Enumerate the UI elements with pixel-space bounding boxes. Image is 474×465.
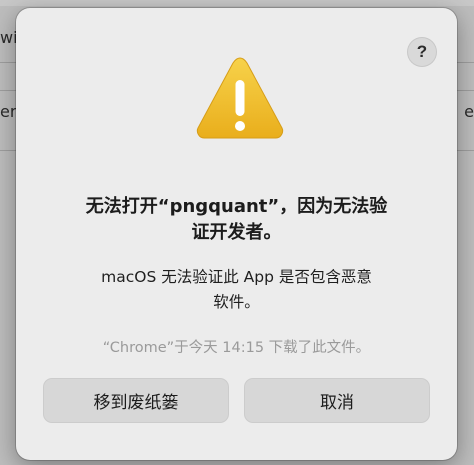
alert-dialog: ? 无法打开“pngquant”，因为无法验 证开发者。 macOS 无法验证此… (16, 8, 457, 460)
warning-triangle-icon (196, 57, 284, 139)
background-strip (0, 0, 474, 6)
dialog-title: 无法打开“pngquant”，因为无法验 证开发者。 (46, 194, 427, 246)
help-button[interactable]: ? (407, 37, 437, 67)
dialog-message: macOS 无法验证此 App 是否包含恶意 软件。 (56, 265, 417, 315)
dialog-message-line: 软件。 (213, 293, 260, 311)
dialog-title-line: 无法打开“pngquant”，因为无法验 (85, 196, 388, 217)
dialog-title-line: 证开发者。 (191, 222, 282, 243)
help-icon: ? (416, 42, 428, 61)
cancel-button[interactable]: 取消 (244, 378, 430, 423)
background-text-fragment: er (0, 102, 17, 121)
download-source-note: “Chrome”于今天 14:15 下载了此文件。 (102, 340, 371, 356)
dialog-message-line: macOS 无法验证此 App 是否包含恶意 (101, 268, 372, 286)
move-to-trash-button[interactable]: 移到废纸篓 (43, 378, 229, 423)
background-text-fragment: e (464, 102, 474, 121)
